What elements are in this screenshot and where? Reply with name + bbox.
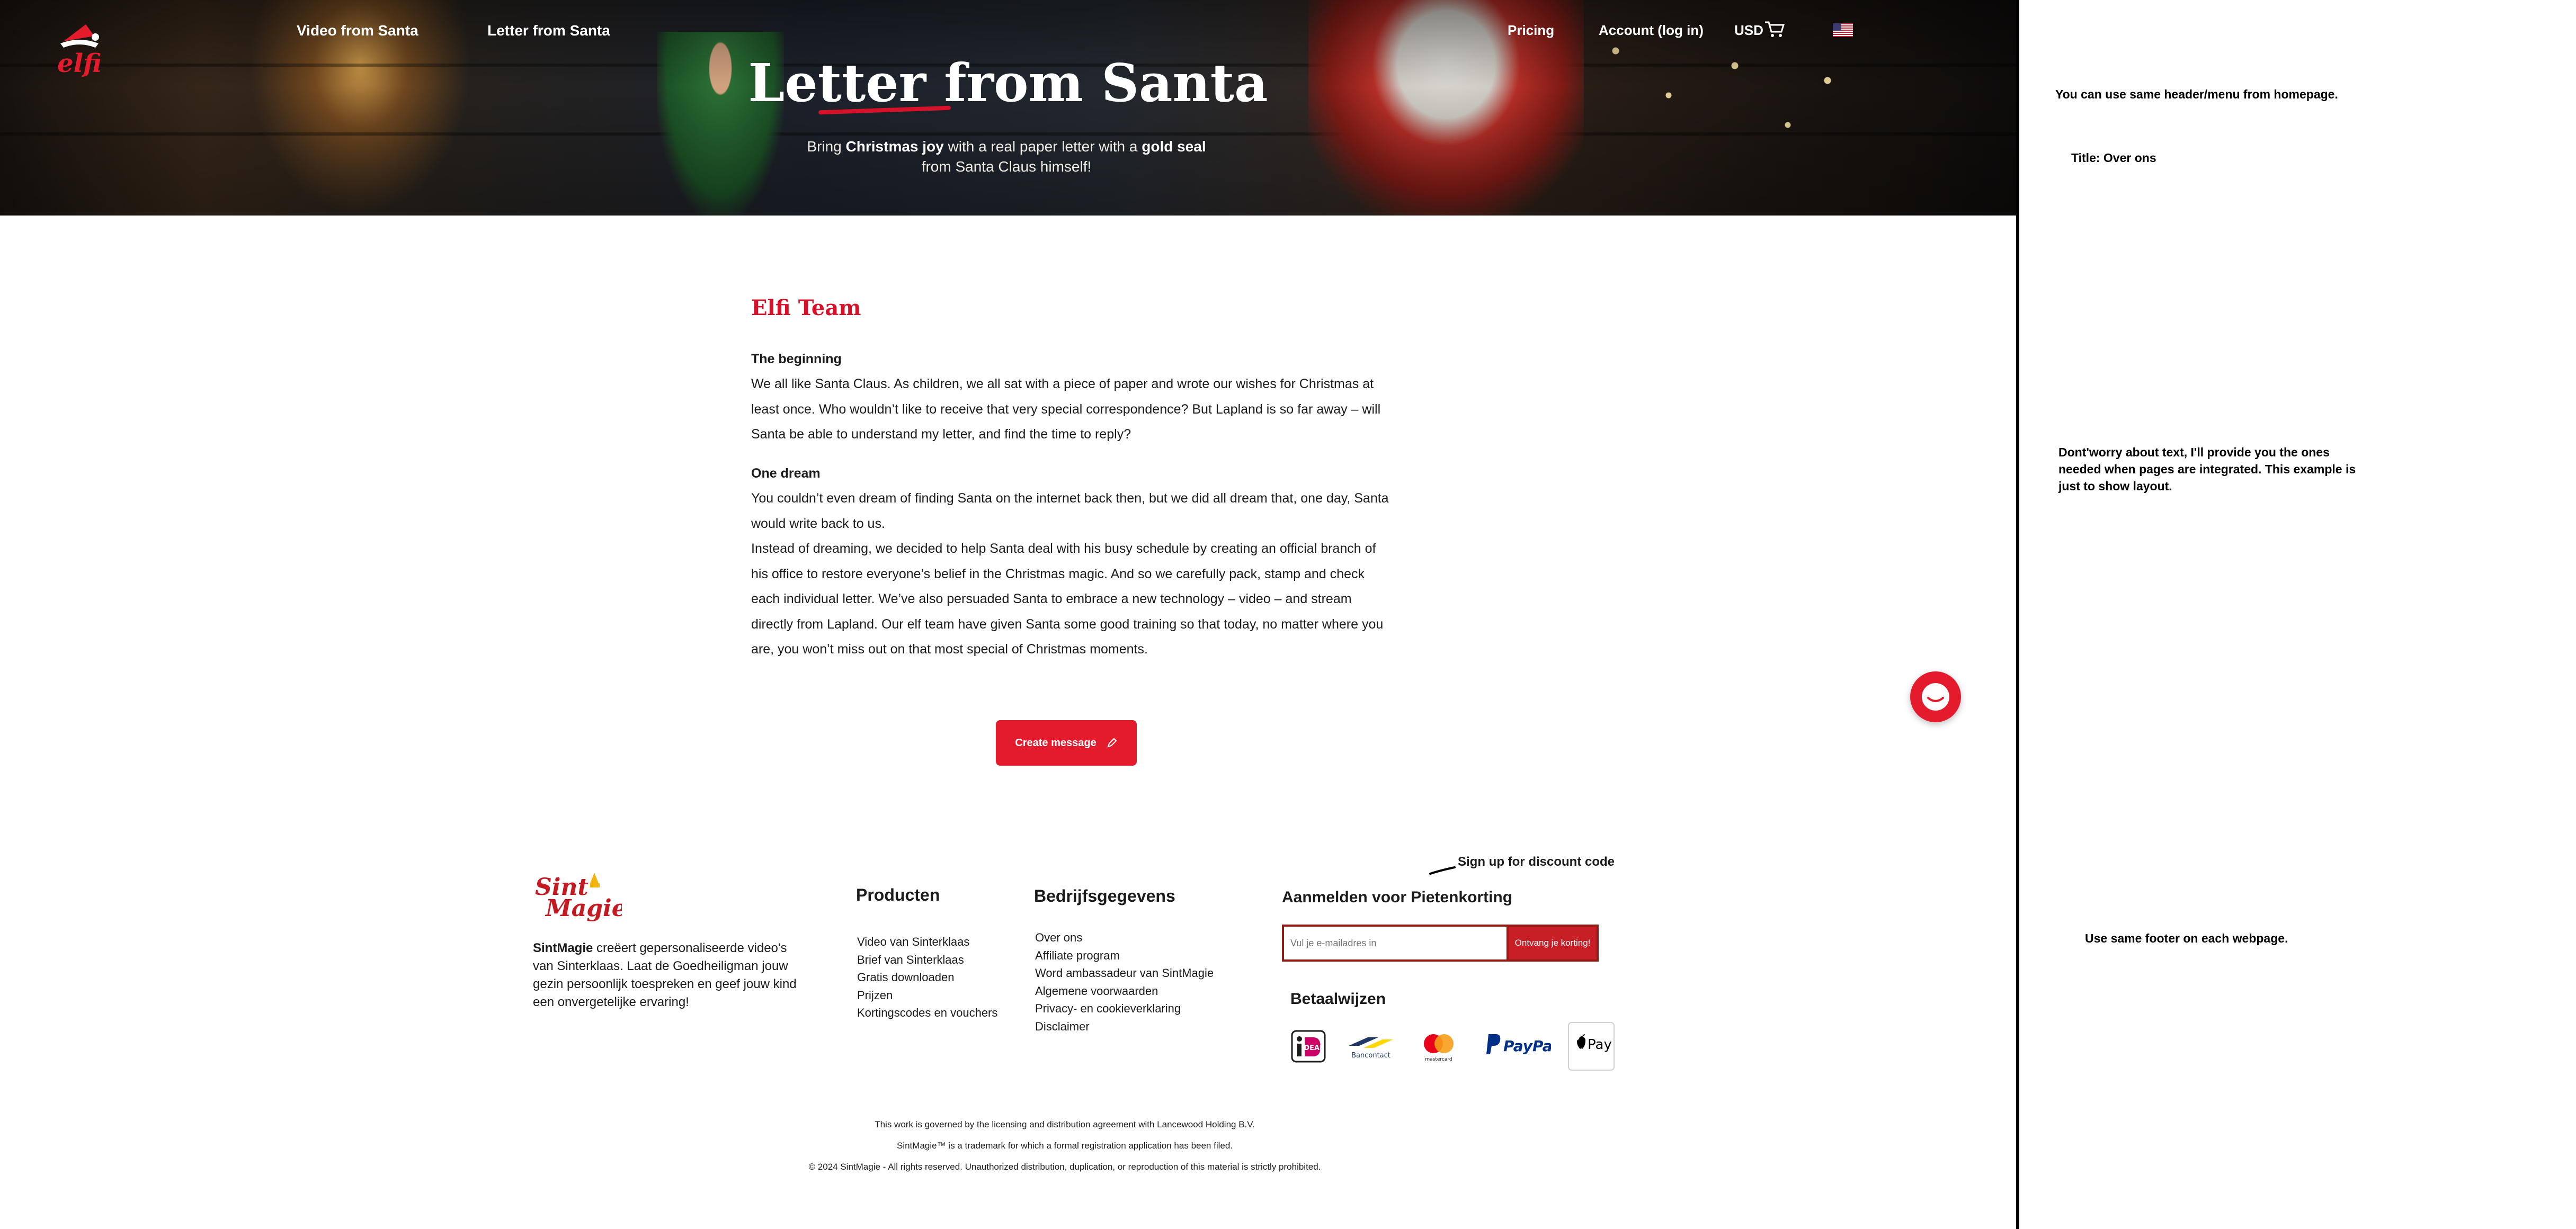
- annotation-header: You can use same header/menu from homepa…: [2055, 87, 2338, 101]
- footer-link[interactable]: Privacy- en cookieverklaring: [1035, 1000, 1214, 1018]
- footer-company-list: Over ons Affiliate program Word ambassad…: [1035, 929, 1214, 1035]
- pencil-icon: [1107, 738, 1117, 748]
- legal-line: This work is governed by the licensing a…: [875, 1119, 1255, 1129]
- annotation-text: Dont'worry about text, I'll provide you …: [2058, 445, 2356, 493]
- create-message-button[interactable]: Create message: [996, 720, 1137, 766]
- discount-signup-form: Ontvang je korting!: [1282, 925, 1599, 962]
- copyright: © 2024 SintMagie - All rights reserved. …: [808, 1162, 1321, 1172]
- footer-link[interactable]: Disclaimer: [1035, 1018, 1214, 1036]
- footer-link[interactable]: Gratis downloaden: [857, 968, 997, 986]
- footer-link[interactable]: Word ambassadeur van SintMagie: [1035, 964, 1214, 982]
- heading-beginning: The beginning: [751, 352, 842, 366]
- sintmagie-logo[interactable]: Sint Magie: [532, 868, 622, 921]
- hero-title: Letter from Santa: [748, 53, 1268, 114]
- svg-text:Pay: Pay: [1588, 1037, 1612, 1053]
- footer-link[interactable]: Kortingscodes en vouchers: [857, 1004, 997, 1022]
- svg-text:Magie: Magie: [545, 895, 622, 921]
- page-title: Elfi Team: [751, 295, 861, 320]
- hero-banner: elfi Video from Santa Letter from Santa …: [0, 0, 2016, 216]
- nav-pricing[interactable]: Pricing: [1508, 22, 1554, 39]
- apple-pay-icon: Pay: [1567, 1022, 1616, 1071]
- footer-payments-title: Betaalwijzen: [1290, 990, 1386, 1008]
- annotation-title: Title: Over ons: [2071, 151, 2156, 165]
- footer-link[interactable]: Video van Sinterklaas: [857, 933, 997, 951]
- annotation-divider: [2016, 0, 2019, 1229]
- email-input[interactable]: [1284, 927, 1507, 959]
- discount-submit-button[interactable]: Ontvang je korting!: [1509, 927, 1597, 959]
- chat-widget-button[interactable]: [1910, 671, 1961, 722]
- footer-signup-title: Aanmelden voor Pietenkorting: [1282, 889, 1513, 906]
- footer-link[interactable]: Over ons: [1035, 929, 1214, 947]
- paypal-icon: PayPal: [1483, 1025, 1552, 1067]
- create-message-label: Create message: [1015, 737, 1097, 749]
- footer-company-title: Bedrijfsgegevens: [1034, 886, 1175, 905]
- nav-letter-from-santa[interactable]: Letter from Santa: [487, 22, 610, 39]
- hero-subtitle: Bring Christmas joy with a real paper le…: [807, 138, 1206, 175]
- svg-text:Bancontact: Bancontact: [1351, 1052, 1390, 1060]
- signup-annotation: Sign up for discount code: [1458, 855, 1615, 869]
- bancontact-icon: Bancontact: [1345, 1025, 1396, 1067]
- footer-products-list: Video van Sinterklaas Brief van Sinterkl…: [857, 933, 997, 1022]
- footer-link[interactable]: Brief van Sinterklaas: [857, 951, 997, 969]
- arrow-annotation-icon: [1429, 866, 1456, 875]
- ideal-icon: iDEAL: [1289, 1025, 1327, 1067]
- paragraph-dream: You couldn’t even dream of finding Santa…: [751, 491, 1389, 531]
- annotation-footer: Use same footer on each webpage.: [2085, 931, 2288, 945]
- svg-text:mastercard: mastercard: [1425, 1057, 1452, 1062]
- paragraph-mission: Instead of dreaming, we decided to help …: [751, 541, 1384, 657]
- footer-products-title: Producten: [856, 885, 940, 904]
- currency-selector[interactable]: USD: [1734, 22, 1763, 39]
- chat-bubble-icon: [1922, 683, 1949, 711]
- nav-video-from-santa[interactable]: Video from Santa: [297, 22, 418, 39]
- mastercard-icon: mastercard: [1414, 1025, 1463, 1067]
- paragraph-beginning: We all like Santa Claus. As children, we…: [751, 376, 1381, 442]
- svg-text:iDEAL: iDEAL: [1302, 1044, 1324, 1052]
- cart-icon[interactable]: [1764, 20, 1785, 38]
- footer-about: SintMagie creëert gepersonaliseerde vide…: [533, 941, 797, 1009]
- footer-link[interactable]: Affiliate program: [1035, 947, 1214, 965]
- legal-line: SintMagie™ is a trademark for which a fo…: [896, 1141, 1233, 1151]
- us-flag-icon[interactable]: [1833, 23, 1853, 37]
- svg-text:PayPal: PayPal: [1503, 1037, 1551, 1055]
- heading-one-dream: One dream: [751, 466, 821, 481]
- footer-link[interactable]: Prijzen: [857, 986, 997, 1004]
- footer-link[interactable]: Algemene voorwaarden: [1035, 982, 1214, 1000]
- nav-account[interactable]: Account (log in): [1599, 22, 1704, 39]
